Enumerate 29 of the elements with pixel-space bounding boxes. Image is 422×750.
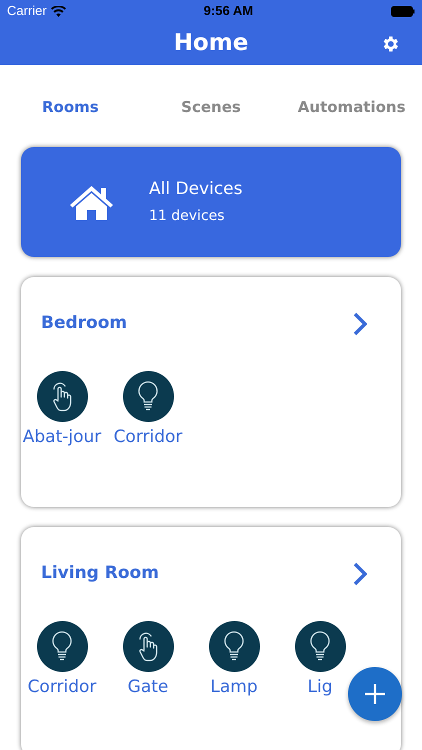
plus-icon bbox=[365, 684, 385, 704]
wifi-icon bbox=[50, 6, 66, 16]
all-devices-title: All Devices bbox=[149, 178, 242, 201]
device-label: Corridor bbox=[28, 676, 96, 698]
tab[interactable]: Rooms bbox=[0, 96, 141, 118]
device-label: Corridor bbox=[114, 426, 182, 448]
clock-time: 9:56 AM bbox=[204, 2, 254, 20]
device-label: Abat-jour bbox=[22, 426, 102, 448]
device-label: Lig bbox=[308, 676, 332, 698]
light-bulb-icon bbox=[51, 631, 73, 661]
hand-tap-icon bbox=[51, 380, 73, 412]
device-count: 11 devices bbox=[149, 207, 226, 226]
room-name: Living Room bbox=[41, 562, 159, 585]
carrier-label: Carrier bbox=[7, 2, 47, 20]
device-label: Gate bbox=[128, 676, 168, 698]
light-bulb-icon bbox=[223, 631, 245, 661]
hand-tap-icon bbox=[137, 630, 159, 662]
tab[interactable]: Automations bbox=[281, 96, 422, 118]
light-bulb-icon bbox=[309, 631, 331, 661]
home-icon bbox=[68, 184, 115, 220]
light-bulb-icon bbox=[137, 381, 159, 411]
battery-icon bbox=[390, 6, 415, 16]
chevron-right-icon[interactable] bbox=[353, 562, 367, 586]
tab[interactable]: Scenes bbox=[140, 96, 282, 118]
chevron-right-icon[interactable] bbox=[353, 312, 367, 336]
room-name: Bedroom bbox=[41, 312, 128, 335]
device-label: Lamp bbox=[210, 676, 258, 698]
screen-title: Home bbox=[174, 29, 248, 58]
all-devices-card[interactable]: All Devices 11 devices bbox=[21, 147, 401, 257]
